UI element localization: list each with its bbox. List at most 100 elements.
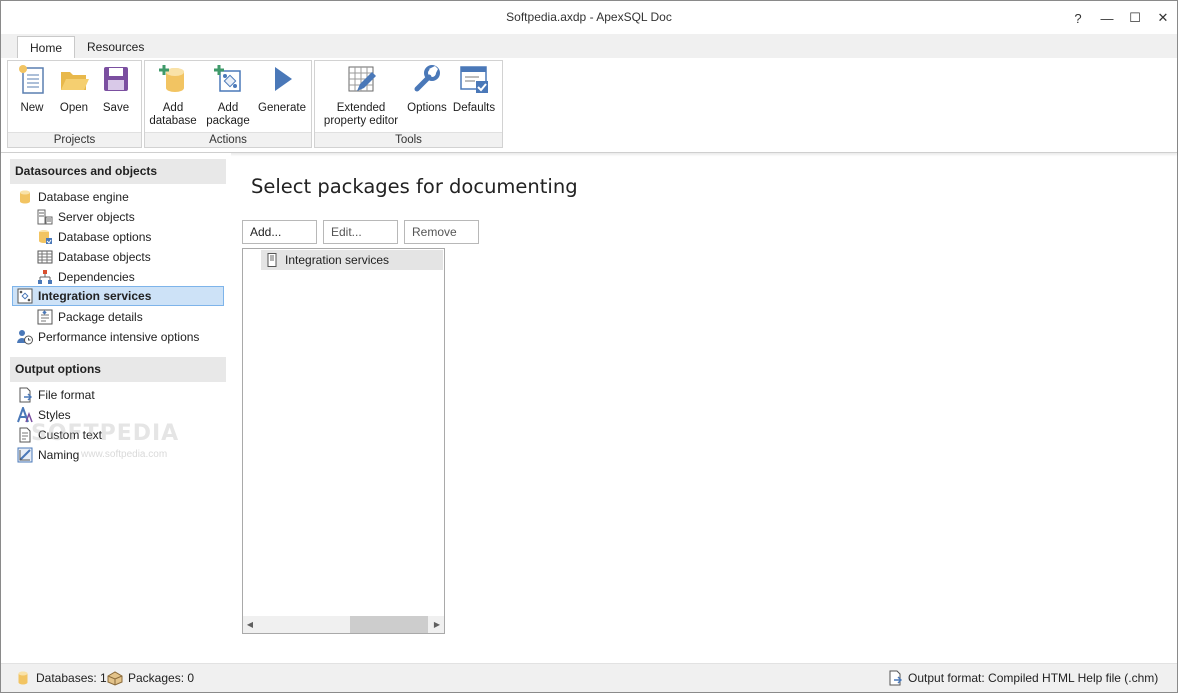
defaults-window-icon bbox=[460, 66, 488, 93]
naming-icon bbox=[17, 447, 33, 463]
app-window: Softpedia.axdp - ApexSQL Doc ? — ☐ ✕ Hom… bbox=[0, 0, 1178, 693]
save-label: Save bbox=[102, 102, 130, 114]
title-bar: Softpedia.axdp - ApexSQL Doc ? — ☐ ✕ bbox=[1, 1, 1177, 34]
add-database-label: Add database bbox=[149, 102, 197, 127]
tab-home[interactable]: Home bbox=[17, 36, 76, 60]
database-icon bbox=[20, 190, 30, 204]
nav-label: Database engine bbox=[38, 190, 129, 204]
add-package-button[interactable]: Add package bbox=[203, 63, 253, 128]
nav-label: Naming bbox=[38, 448, 80, 462]
status-output-format[interactable]: Output format: Compiled HTML Help file (… bbox=[887, 670, 1158, 686]
ribbon-tab-row: Home Resources bbox=[1, 34, 1177, 60]
close-icon: ✕ bbox=[1157, 10, 1169, 25]
help-button[interactable]: ? bbox=[1065, 6, 1091, 30]
nav-label: Database options bbox=[58, 230, 152, 244]
nav-item-dependencies[interactable]: Dependencies bbox=[37, 267, 225, 287]
add-package-icon bbox=[214, 65, 241, 92]
defaults-label: Defaults bbox=[452, 102, 496, 114]
new-button[interactable]: New bbox=[12, 63, 52, 115]
nav-label: Integration services bbox=[38, 289, 152, 303]
maximize-button[interactable]: ☐ bbox=[1122, 6, 1148, 30]
packages-list[interactable]: Integration services ◀ ▶ bbox=[242, 248, 445, 634]
floppy-disk-icon bbox=[104, 67, 128, 91]
open-button[interactable]: Open bbox=[54, 63, 94, 115]
nav-item-performance-intensive-options[interactable]: Performance intensive options bbox=[17, 327, 225, 347]
scroll-left-icon[interactable]: ◀ bbox=[243, 616, 257, 633]
status-packages-text: Packages: 0 bbox=[128, 671, 195, 685]
nav-label: Database objects bbox=[58, 250, 151, 264]
wrench-icon bbox=[414, 65, 440, 92]
file-format-icon bbox=[889, 670, 902, 686]
ribbon-group-projects: New Open Save Projects bbox=[7, 60, 142, 148]
generate-label: Generate bbox=[258, 102, 306, 114]
status-output-format-text: Output format: Compiled HTML Help file (… bbox=[908, 671, 1159, 685]
nav-item-integration-services[interactable]: Integration services bbox=[12, 286, 224, 306]
server-objects-icon bbox=[37, 209, 53, 225]
navigation-panel: Datasources and objects Database engine … bbox=[1, 153, 231, 663]
server-icon bbox=[267, 253, 277, 267]
packages-icon bbox=[107, 671, 123, 686]
horizontal-scrollbar[interactable]: ◀ ▶ bbox=[243, 616, 444, 633]
nav-label: Server objects bbox=[58, 210, 135, 224]
file-format-icon bbox=[19, 387, 32, 403]
status-bar: Databases: 1 Packages: 0 Output format: … bbox=[1, 663, 1177, 692]
nav-label: File format bbox=[38, 388, 95, 402]
nav-item-database-options[interactable]: Database options bbox=[37, 227, 225, 247]
play-icon bbox=[275, 67, 292, 91]
save-button[interactable]: Save bbox=[96, 63, 136, 115]
add-database-button[interactable]: Add database bbox=[147, 63, 199, 128]
ribbon-group-actions: Add database Add package Generate Action… bbox=[144, 60, 312, 148]
nav-label: Package details bbox=[58, 310, 143, 324]
add-package-label: Add package bbox=[206, 102, 250, 127]
performance-icon bbox=[17, 330, 33, 345]
options-button[interactable]: Options bbox=[405, 63, 449, 115]
nav-item-database-engine[interactable]: Database engine bbox=[17, 187, 225, 207]
watermark: SOFTPEDIA bbox=[31, 421, 180, 446]
group-label-actions: Actions bbox=[145, 132, 311, 147]
section-datasources-header: Datasources and objects bbox=[10, 159, 226, 184]
add-database-icon bbox=[159, 65, 184, 92]
generate-button[interactable]: Generate bbox=[255, 63, 309, 115]
minimize-button[interactable]: — bbox=[1094, 6, 1120, 30]
open-label: Open bbox=[59, 102, 89, 114]
help-icon: ? bbox=[1074, 10, 1082, 26]
nav-item-server-objects[interactable]: Server objects bbox=[37, 207, 225, 227]
list-item-label: Integration services bbox=[285, 253, 390, 267]
package-details-icon bbox=[37, 309, 53, 325]
group-label-tools: Tools bbox=[315, 132, 502, 147]
close-button[interactable]: ✕ bbox=[1150, 6, 1176, 30]
page-title: Select packages for documenting bbox=[251, 175, 578, 198]
database-options-icon bbox=[39, 230, 52, 244]
scroll-right-icon[interactable]: ▶ bbox=[430, 616, 444, 633]
window-title: Softpedia.axdp - ApexSQL Doc bbox=[506, 10, 672, 24]
dependencies-icon bbox=[38, 270, 52, 284]
section-output-options-header: Output options bbox=[10, 357, 226, 382]
watermark-url: www.softpedia.com bbox=[81, 449, 168, 460]
scrollbar-thumb[interactable] bbox=[350, 616, 428, 633]
options-label: Options bbox=[407, 102, 447, 114]
nav-item-package-details[interactable]: Package details bbox=[37, 307, 225, 327]
remove-button[interactable]: Remove bbox=[404, 220, 479, 244]
ribbon-group-tools: Extended property editor Options Default… bbox=[314, 60, 503, 148]
maximize-icon: ☐ bbox=[1129, 10, 1141, 25]
tab-resources[interactable]: Resources bbox=[75, 36, 156, 60]
ribbon: New Open Save Projects Add database Add … bbox=[1, 58, 1177, 153]
nav-item-file-format[interactable]: File format bbox=[17, 385, 225, 405]
table-icon bbox=[37, 250, 53, 264]
nav-label: Performance intensive options bbox=[38, 330, 200, 344]
new-label: New bbox=[20, 102, 44, 114]
database-icon bbox=[18, 671, 28, 685]
extended-property-editor-button[interactable]: Extended property editor bbox=[321, 63, 401, 128]
folder-open-icon bbox=[61, 72, 89, 90]
nav-label: Dependencies bbox=[58, 270, 135, 284]
new-document-icon bbox=[19, 65, 44, 94]
defaults-button[interactable]: Defaults bbox=[451, 63, 497, 115]
grid-pencil-icon bbox=[348, 66, 376, 92]
edit-button[interactable]: Edit... bbox=[323, 220, 398, 244]
status-packages: Packages: 0 bbox=[107, 670, 194, 686]
minimize-icon: — bbox=[1100, 10, 1114, 26]
list-item[interactable]: Integration services bbox=[261, 250, 443, 270]
status-databases-text: Databases: 1 bbox=[36, 671, 107, 685]
nav-item-database-objects[interactable]: Database objects bbox=[37, 247, 225, 267]
add-button[interactable]: Add... bbox=[242, 220, 317, 244]
